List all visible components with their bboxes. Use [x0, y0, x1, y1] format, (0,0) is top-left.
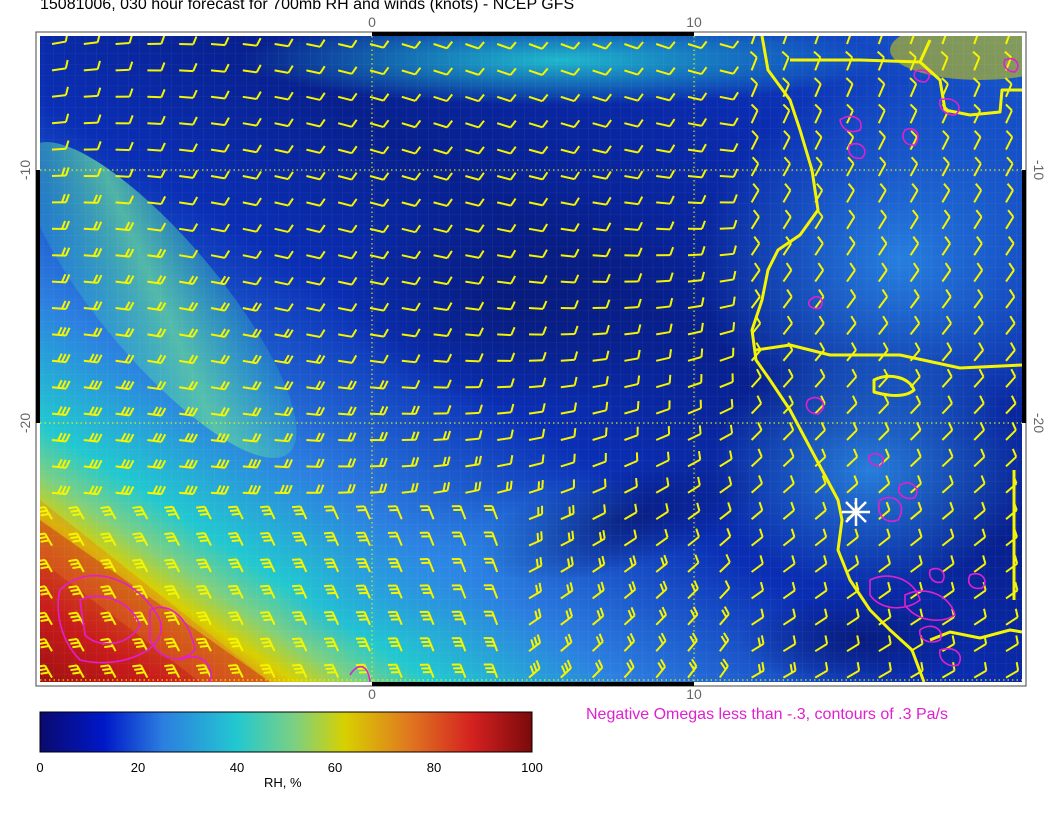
left-tick-1: -20: [17, 413, 33, 433]
bottom-tick-0: 0: [368, 686, 376, 700]
top-tick-0: 0: [368, 14, 376, 30]
right-tick-0: -10: [1031, 160, 1047, 180]
colorbar-tick: 20: [131, 760, 145, 775]
colorbar: 0 20 40 60 80 100: [36, 711, 543, 775]
colorbar-tick: 100: [521, 760, 543, 775]
colorbar-tick: 60: [328, 760, 342, 775]
left-tick-0: -10: [17, 160, 33, 180]
colorbar-ramp: [39, 711, 533, 753]
colorbar-tick: 40: [230, 760, 244, 775]
bottom-tick-1: 10: [686, 686, 702, 700]
colorbar-tick: 0: [36, 760, 43, 775]
colorbar-tick: 80: [427, 760, 441, 775]
omega-legend-note: Negative Omegas less than -.3, contours …: [586, 706, 948, 723]
right-tick-1: -20: [1031, 413, 1047, 433]
forecast-map: 0 10 0 10 -10 -20 -10 -20: [17, 14, 1047, 700]
top-tick-1: 10: [686, 14, 702, 30]
location-marker-icon: [842, 498, 870, 526]
colorbar-label: RH, %: [264, 775, 302, 790]
